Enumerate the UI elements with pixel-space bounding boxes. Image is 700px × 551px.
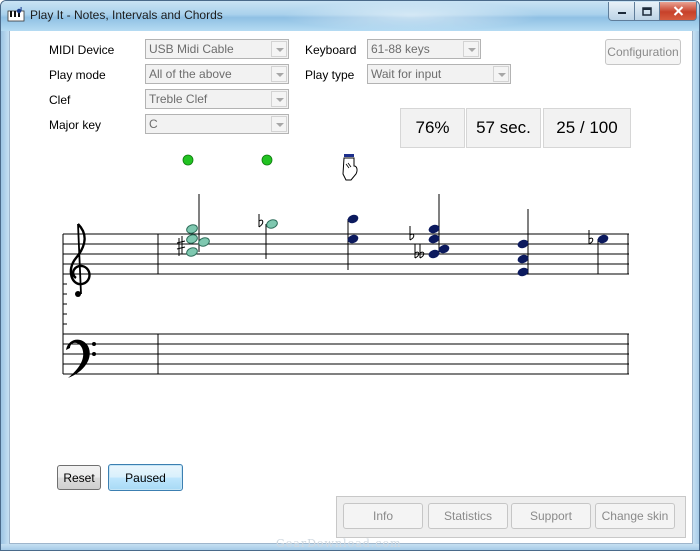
bass-clef-icon (66, 339, 96, 378)
time-stat: 57 sec. (466, 108, 541, 148)
play-mode-select[interactable]: All of the above (145, 64, 289, 84)
chord-5 (517, 209, 529, 277)
change-skin-button[interactable]: Change skin (595, 503, 675, 529)
midi-device-label: MIDI Device (49, 43, 115, 57)
flat-icon (588, 230, 594, 245)
play-type-value: Wait for input (371, 67, 442, 81)
correct-markers (182, 154, 273, 166)
minimize-button[interactable] (608, 2, 635, 21)
main-window: Play It - Notes, Intervals and Chords MI… (0, 0, 700, 551)
keyboard-select[interactable]: 61-88 keys (367, 39, 481, 59)
chevron-down-icon (271, 41, 287, 57)
paused-button[interactable]: Paused (108, 464, 183, 491)
clef-select[interactable]: Treble Clef (145, 89, 289, 109)
pointing-hand-icon (342, 154, 358, 181)
reset-button[interactable]: Reset (57, 465, 101, 490)
play-mode-label: Play mode (49, 68, 106, 82)
chord-3 (347, 214, 359, 270)
clef-value: Treble Clef (149, 92, 208, 106)
progress-stat: 25 / 100 (543, 108, 631, 148)
major-key-value: C (149, 117, 158, 131)
support-button[interactable]: Support (511, 503, 591, 529)
title-bar[interactable]: Play It - Notes, Intervals and Chords (1, 1, 699, 31)
chord-6 (588, 230, 609, 274)
maximize-button[interactable] (634, 2, 660, 21)
chord-4 (409, 194, 450, 259)
chord-1 (176, 194, 210, 257)
statistics-button[interactable]: Statistics (428, 503, 508, 529)
close-icon (673, 6, 683, 16)
music-note-icon (7, 7, 25, 22)
keyboard-value: 61-88 keys (371, 42, 430, 56)
score-area[interactable] (58, 154, 631, 452)
maximize-icon (642, 6, 652, 16)
info-button[interactable]: Info (343, 503, 423, 529)
window-frame-right (693, 31, 699, 550)
chevron-down-icon (271, 116, 287, 132)
barlines (62, 234, 629, 374)
play-type-select[interactable]: Wait for input (367, 64, 511, 84)
chevron-down-icon (493, 66, 509, 82)
watermark-text: GearDownload.com (276, 537, 402, 550)
window-title: Play It - Notes, Intervals and Chords (30, 8, 223, 22)
major-key-select[interactable]: C (145, 114, 289, 134)
chevron-down-icon (271, 66, 287, 82)
configuration-button[interactable]: Configuration (605, 39, 681, 65)
play-type-label: Play type (305, 68, 355, 82)
minimize-icon (617, 12, 626, 14)
sharp-icon (176, 236, 186, 256)
flat-icon (258, 214, 264, 228)
play-mode-value: All of the above (149, 67, 232, 81)
clef-label: Clef (49, 93, 71, 107)
keyboard-label: Keyboard (305, 43, 357, 57)
accuracy-stat: 76% (400, 108, 465, 148)
major-key-label: Major key (49, 118, 102, 132)
chevron-down-icon (271, 91, 287, 107)
flat-icon (409, 226, 425, 259)
music-staff (62, 154, 629, 378)
close-button[interactable] (659, 2, 697, 21)
title-bar-glass (281, 1, 541, 31)
bass-staff-lines (63, 333, 629, 375)
chevron-down-icon (463, 41, 479, 57)
chord-2 (258, 214, 278, 259)
treble-staff-lines (63, 233, 629, 275)
treble-clef-icon (69, 223, 91, 297)
leger-ticks (63, 283, 67, 325)
midi-device-select[interactable]: USB Midi Cable (145, 39, 289, 59)
midi-device-value: USB Midi Cable (149, 42, 234, 56)
window-frame-left (1, 31, 9, 550)
